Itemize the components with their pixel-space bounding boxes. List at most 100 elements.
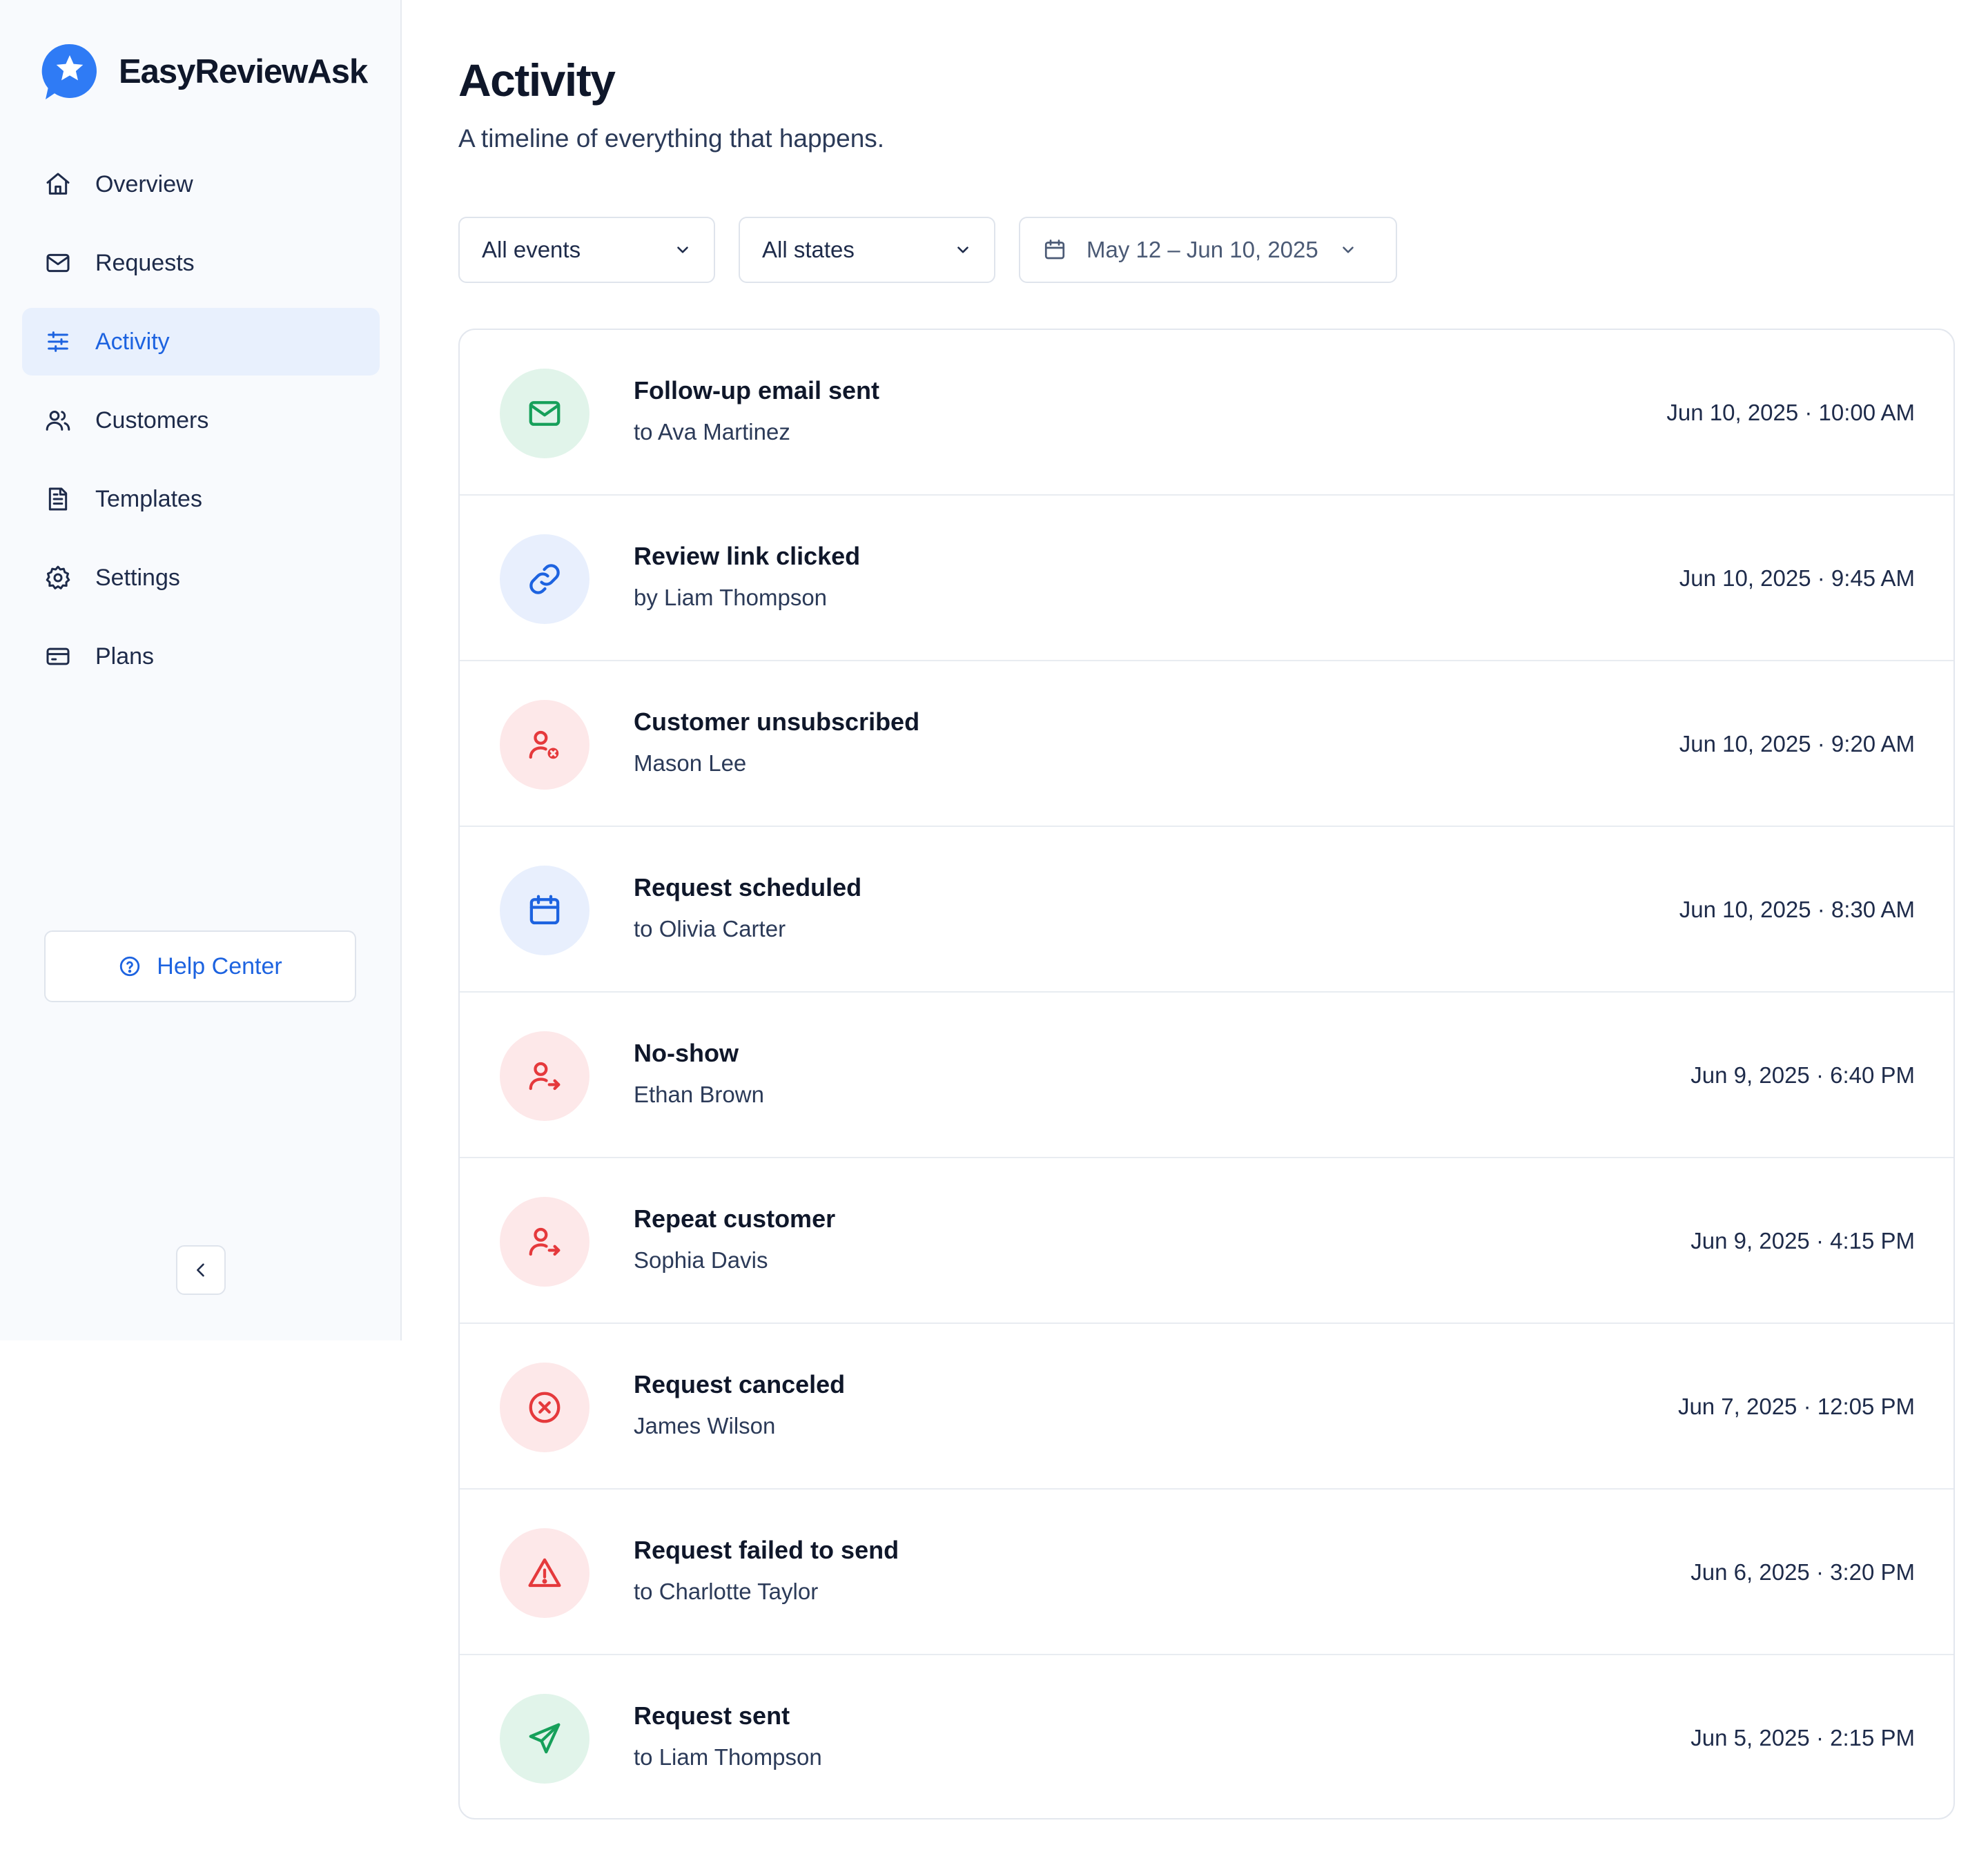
sidebar-item-label: Plans: [95, 643, 155, 670]
activity-row[interactable]: Review link clicked by Liam Thompson Jun…: [460, 496, 1953, 661]
chevron-left-icon: [197, 1263, 204, 1277]
mail-icon: [529, 401, 561, 426]
gear-icon: [44, 564, 72, 592]
events-filter-select[interactable]: All events: [458, 217, 715, 283]
send-icon: [529, 1723, 561, 1754]
activity-title: Request canceled: [634, 1370, 846, 1398]
user-arrow-icon: [529, 1227, 561, 1256]
users-icon: [44, 407, 72, 434]
sidebar-item-label: Templates: [95, 485, 202, 512]
activity-icon-badge: [500, 1031, 589, 1121]
activity-icon-badge: [500, 1528, 589, 1618]
activity-title: Customer unsubscribed: [634, 708, 920, 736]
activity-title: Review link clicked: [634, 542, 861, 570]
sliders-icon: [44, 328, 72, 355]
brand[interactable]: EasyReviewAsk: [41, 43, 368, 101]
activity-subtitle: to Liam Thompson: [634, 1744, 822, 1770]
sidebar-item-label: Settings: [95, 564, 180, 591]
logo-icon: [41, 43, 97, 100]
help-center-label: Help Center: [157, 953, 282, 979]
activity-title: Request sent: [634, 1701, 790, 1730]
activity-timestamp: Jun 7, 2025 · 12:05 PM: [1677, 1394, 1915, 1419]
sidebar-item-templates[interactable]: Templates: [22, 465, 380, 533]
date-range-value: May 12 – Jun 10, 2025: [1086, 237, 1318, 262]
page-subtitle: A timeline of everything that happens.: [458, 124, 885, 153]
chevron-down-icon: [1342, 246, 1354, 253]
activity-subtitle: Mason Lee: [634, 750, 747, 776]
warning-icon: [528, 1558, 561, 1588]
sidebar-item-label: Requests: [95, 249, 195, 276]
filter-bar: All events All states May 12 – Jun 10, 2…: [458, 217, 1397, 283]
chevron-down-icon: [957, 246, 968, 253]
x-circle-icon: [529, 1392, 561, 1423]
events-filter-value: All events: [482, 237, 581, 262]
sidebar-nav: Overview Requests Activity Customers Tem…: [22, 150, 380, 701]
activity-timestamp: Jun 10, 2025 · 9:20 AM: [1679, 731, 1915, 757]
user-x-icon: [529, 730, 559, 759]
activity-timestamp: Jun 10, 2025 · 10:00 AM: [1666, 400, 1915, 425]
credit-card-icon: [44, 643, 72, 670]
sidebar-item-customers[interactable]: Customers: [22, 387, 380, 454]
sidebar-item-settings[interactable]: Settings: [22, 544, 380, 612]
sidebar: EasyReviewAsk Overview Requests Activity: [0, 0, 402, 1340]
activity-icon-badge: [500, 1197, 589, 1287]
activity-subtitle: by Liam Thompson: [634, 585, 828, 610]
page-title: Activity: [458, 55, 616, 106]
activity-timestamp: Jun 9, 2025 · 6:40 PM: [1690, 1062, 1915, 1088]
activity-title: Repeat customer: [634, 1204, 836, 1233]
activity-subtitle: to Charlotte Taylor: [634, 1579, 819, 1604]
mail-icon: [44, 249, 72, 277]
activity-subtitle: to Ava Martinez: [634, 419, 790, 445]
sidebar-item-overview[interactable]: Overview: [22, 150, 380, 218]
activity-subtitle: to Olivia Carter: [634, 916, 786, 941]
activity-subtitle: Ethan Brown: [634, 1082, 764, 1107]
activity-row[interactable]: Request canceled James Wilson Jun 7, 202…: [460, 1324, 1953, 1490]
sidebar-item-label: Customers: [95, 407, 209, 433]
states-filter-value: All states: [762, 237, 855, 262]
sidebar-item-activity[interactable]: Activity: [22, 308, 380, 375]
link-icon: [529, 564, 560, 594]
sidebar-item-requests[interactable]: Requests: [22, 229, 380, 297]
activity-subtitle: James Wilson: [634, 1413, 776, 1438]
calendar-icon: [1044, 240, 1065, 260]
activity-title: Request scheduled: [634, 873, 862, 901]
activity-row[interactable]: Follow-up email sent to Ava Martinez Jun…: [460, 330, 1953, 496]
chevron-down-icon: [677, 246, 688, 253]
activity-timestamp: Jun 10, 2025 · 9:45 AM: [1679, 565, 1915, 591]
sidebar-item-label: Overview: [95, 170, 193, 197]
sidebar-item-plans[interactable]: Plans: [22, 623, 380, 690]
activity-row[interactable]: Request scheduled to Olivia Carter Jun 1…: [460, 827, 1953, 993]
calendar-icon: [529, 895, 560, 925]
document-icon: [44, 485, 72, 513]
activity-icon-badge: [500, 866, 589, 955]
collapse-sidebar-button[interactable]: [176, 1245, 226, 1295]
activity-row[interactable]: No-show Ethan Brown Jun 9, 2025 · 6:40 P…: [460, 993, 1953, 1158]
activity-icon-badge: [500, 1694, 589, 1784]
activity-row[interactable]: Request sent to Liam Thompson Jun 5, 202…: [460, 1655, 1953, 1818]
activity-row[interactable]: Repeat customer Sophia Davis Jun 9, 2025…: [460, 1158, 1953, 1324]
activity-row[interactable]: Request failed to send to Charlotte Tayl…: [460, 1490, 1953, 1655]
sidebar-item-label: Activity: [95, 328, 170, 355]
activity-timestamp: Jun 5, 2025 · 2:15 PM: [1690, 1725, 1915, 1750]
activity-title: Follow-up email sent: [634, 376, 880, 404]
activity-icon-badge: [500, 369, 589, 458]
date-range-picker[interactable]: May 12 – Jun 10, 2025: [1019, 217, 1397, 283]
states-filter-select[interactable]: All states: [739, 217, 995, 283]
home-icon: [44, 170, 72, 198]
brand-name: EasyReviewAsk: [119, 53, 368, 90]
user-arrow-icon: [529, 1062, 561, 1091]
activity-title: No-show: [634, 1039, 739, 1067]
help-center-button[interactable]: Help Center: [44, 930, 356, 1002]
activity-subtitle: Sophia Davis: [634, 1247, 768, 1273]
activity-icon-badge: [500, 1363, 589, 1452]
activity-icon-badge: [500, 700, 589, 790]
activity-timestamp: Jun 9, 2025 · 4:15 PM: [1690, 1228, 1915, 1253]
activity-row[interactable]: Customer unsubscribed Mason Lee Jun 10, …: [460, 661, 1953, 827]
activity-icon-badge: [500, 534, 589, 624]
question-circle-icon: [120, 956, 140, 977]
activity-list: Follow-up email sent to Ava Martinez Jun…: [458, 329, 1955, 1819]
activity-timestamp: Jun 6, 2025 · 3:20 PM: [1690, 1559, 1915, 1585]
activity-title: Request failed to send: [634, 1536, 899, 1564]
app: EasyReviewAsk Overview Requests Activity: [0, 0, 1988, 1854]
activity-timestamp: Jun 10, 2025 · 8:30 AM: [1679, 897, 1915, 922]
